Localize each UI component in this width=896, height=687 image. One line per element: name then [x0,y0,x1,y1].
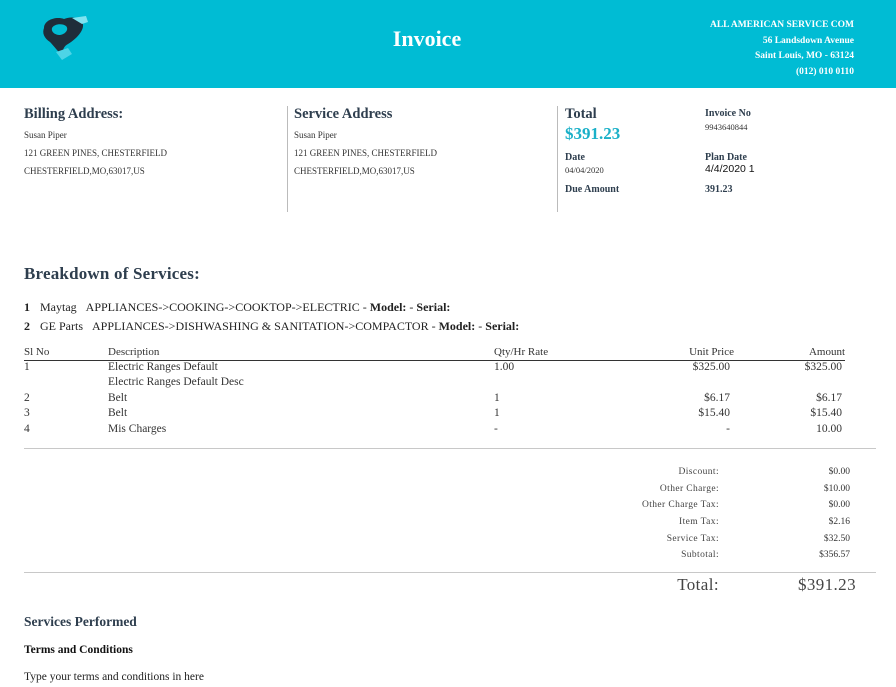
cell-amount: $325.00 [804,361,842,373]
subtotal-value: $356.57 [819,550,850,560]
col-header-sl-no: Sl No [24,346,50,358]
cell-unit-price: $15.40 [698,407,730,419]
breakdown-title: Breakdown of Services: [24,264,200,283]
summary-divider [557,106,558,212]
other-charge-tax-value: $0.00 [828,500,850,510]
company-street: 56 Landsdown Avenue [762,35,854,46]
cell-qty: - [494,423,498,435]
grand-total-label: Total: [677,575,719,594]
cell-sl: 2 [24,392,30,404]
table-bottom-rule [24,448,876,449]
company-phone: (012) 010 0110 [795,66,854,77]
col-header-qty: Qty/Hr Rate [494,346,549,358]
cell-amount: $15.40 [810,407,842,419]
cell-desc: Belt [108,407,128,419]
company-city: Saint Louis, MO - 63124 [755,51,854,61]
grand-total-value: $391.23 [797,575,856,594]
due-amount-value: 391.23 [705,184,733,195]
service-name: Susan Piper [294,130,337,140]
billing-line2: CHESTERFIELD,MO,63017,US [24,166,145,176]
service-line-1: 1 Maytag APPLIANCES->COOKING->COOKTOP->EL… [24,300,450,315]
billing-address-label: Billing Address: [24,106,124,122]
serial-label: Serial: [485,319,520,333]
model-dash: - [406,300,417,314]
address-divider [287,106,288,212]
total-amount: $391.23 [565,124,621,143]
service-path: APPLIANCES->DISHWASHING & SANITATION->CO… [92,319,429,333]
company-name: ALL AMERICAN SERVICE COM [709,20,854,30]
item-tax-label: Item Tax: [679,517,719,527]
service-number: 2 [24,319,30,333]
cell-qty: 1 [494,407,500,419]
other-charge-tax-label: Other Charge Tax: [641,500,719,510]
model-dash: - [475,319,486,333]
billing-line1: 121 GREEN PINES, CHESTERFIELD [24,148,168,158]
cell-qty: 1 [494,392,500,404]
invoice-header: Invoice ALL AMERICAN SERVICE COM 56 Land… [0,0,896,88]
service-path: APPLIANCES->COOKING->COOKTOP->ELECTRIC [85,300,360,314]
date-label: Date [565,152,585,163]
col-header-amount: Amount [808,346,845,358]
cell-sl: 3 [24,407,30,419]
cell-amount: 10.00 [816,423,842,435]
other-charge-label: Other Charge: [659,484,719,494]
service-line1: 121 GREEN PINES, CHESTERFIELD [294,148,438,158]
item-tax-value: $2.16 [828,517,850,527]
service-separator: - [428,319,439,333]
billing-name: Susan Piper [24,130,67,140]
cell-unit-price: - [726,423,730,435]
plan-date-label: Plan Date [705,152,747,163]
cell-unit-price: $325.00 [692,361,730,373]
other-charge-value: $10.00 [823,484,850,494]
invoice-no-value: 9943640844 [705,122,748,132]
service-number: 1 [24,300,30,314]
discount-label: Discount: [678,467,719,477]
invoice-no-label: Invoice No [705,108,751,119]
model-label: Model: [369,300,407,314]
totals-rule [24,572,876,573]
discount-value: $0.00 [828,467,850,477]
cell-sl: 1 [24,361,30,373]
service-line-2: 2 GE Parts APPLIANCES->DISHWASHING & SANI… [24,319,519,334]
terms-heading: Terms and Conditions [24,644,133,656]
service-brand: Maytag [40,300,77,314]
service-line2: CHESTERFIELD,MO,63017,US [294,166,415,176]
cell-desc: Belt [108,392,128,404]
company-info: ALL AMERICAN SERVICE COM 56 Landsdown Av… [710,18,854,80]
terms-text: Type your terms and conditions in here [24,671,204,683]
cell-desc: Mis Charges [108,423,167,435]
date-value: 04/04/2020 [565,165,604,175]
service-separator: - [359,300,370,314]
service-brand: GE Parts [40,319,83,333]
service-tax-value: $32.50 [823,534,850,544]
service-tax-label: Service Tax: [666,534,719,544]
due-amount-label: Due Amount [565,184,620,195]
col-header-unit-price: Unit Price [689,346,734,358]
plan-date-value: 4/4/2020 1 [705,163,755,175]
cell-amount: $6.17 [816,392,842,404]
model-label: Model: [438,319,476,333]
service-address-label: Service Address [294,106,393,122]
total-label: Total [565,106,597,122]
subtotal-label: Subtotal: [681,550,719,560]
cell-desc: Electric Ranges Default [108,361,218,373]
serial-label: Serial: [416,300,451,314]
cell-subdesc: Electric Ranges Default Desc [108,376,244,388]
cell-qty: 1.00 [494,361,515,373]
services-performed-heading: Services Performed [24,614,137,629]
cell-unit-price: $6.17 [704,392,730,404]
col-header-description: Description [108,346,160,358]
cell-sl: 4 [24,423,30,435]
